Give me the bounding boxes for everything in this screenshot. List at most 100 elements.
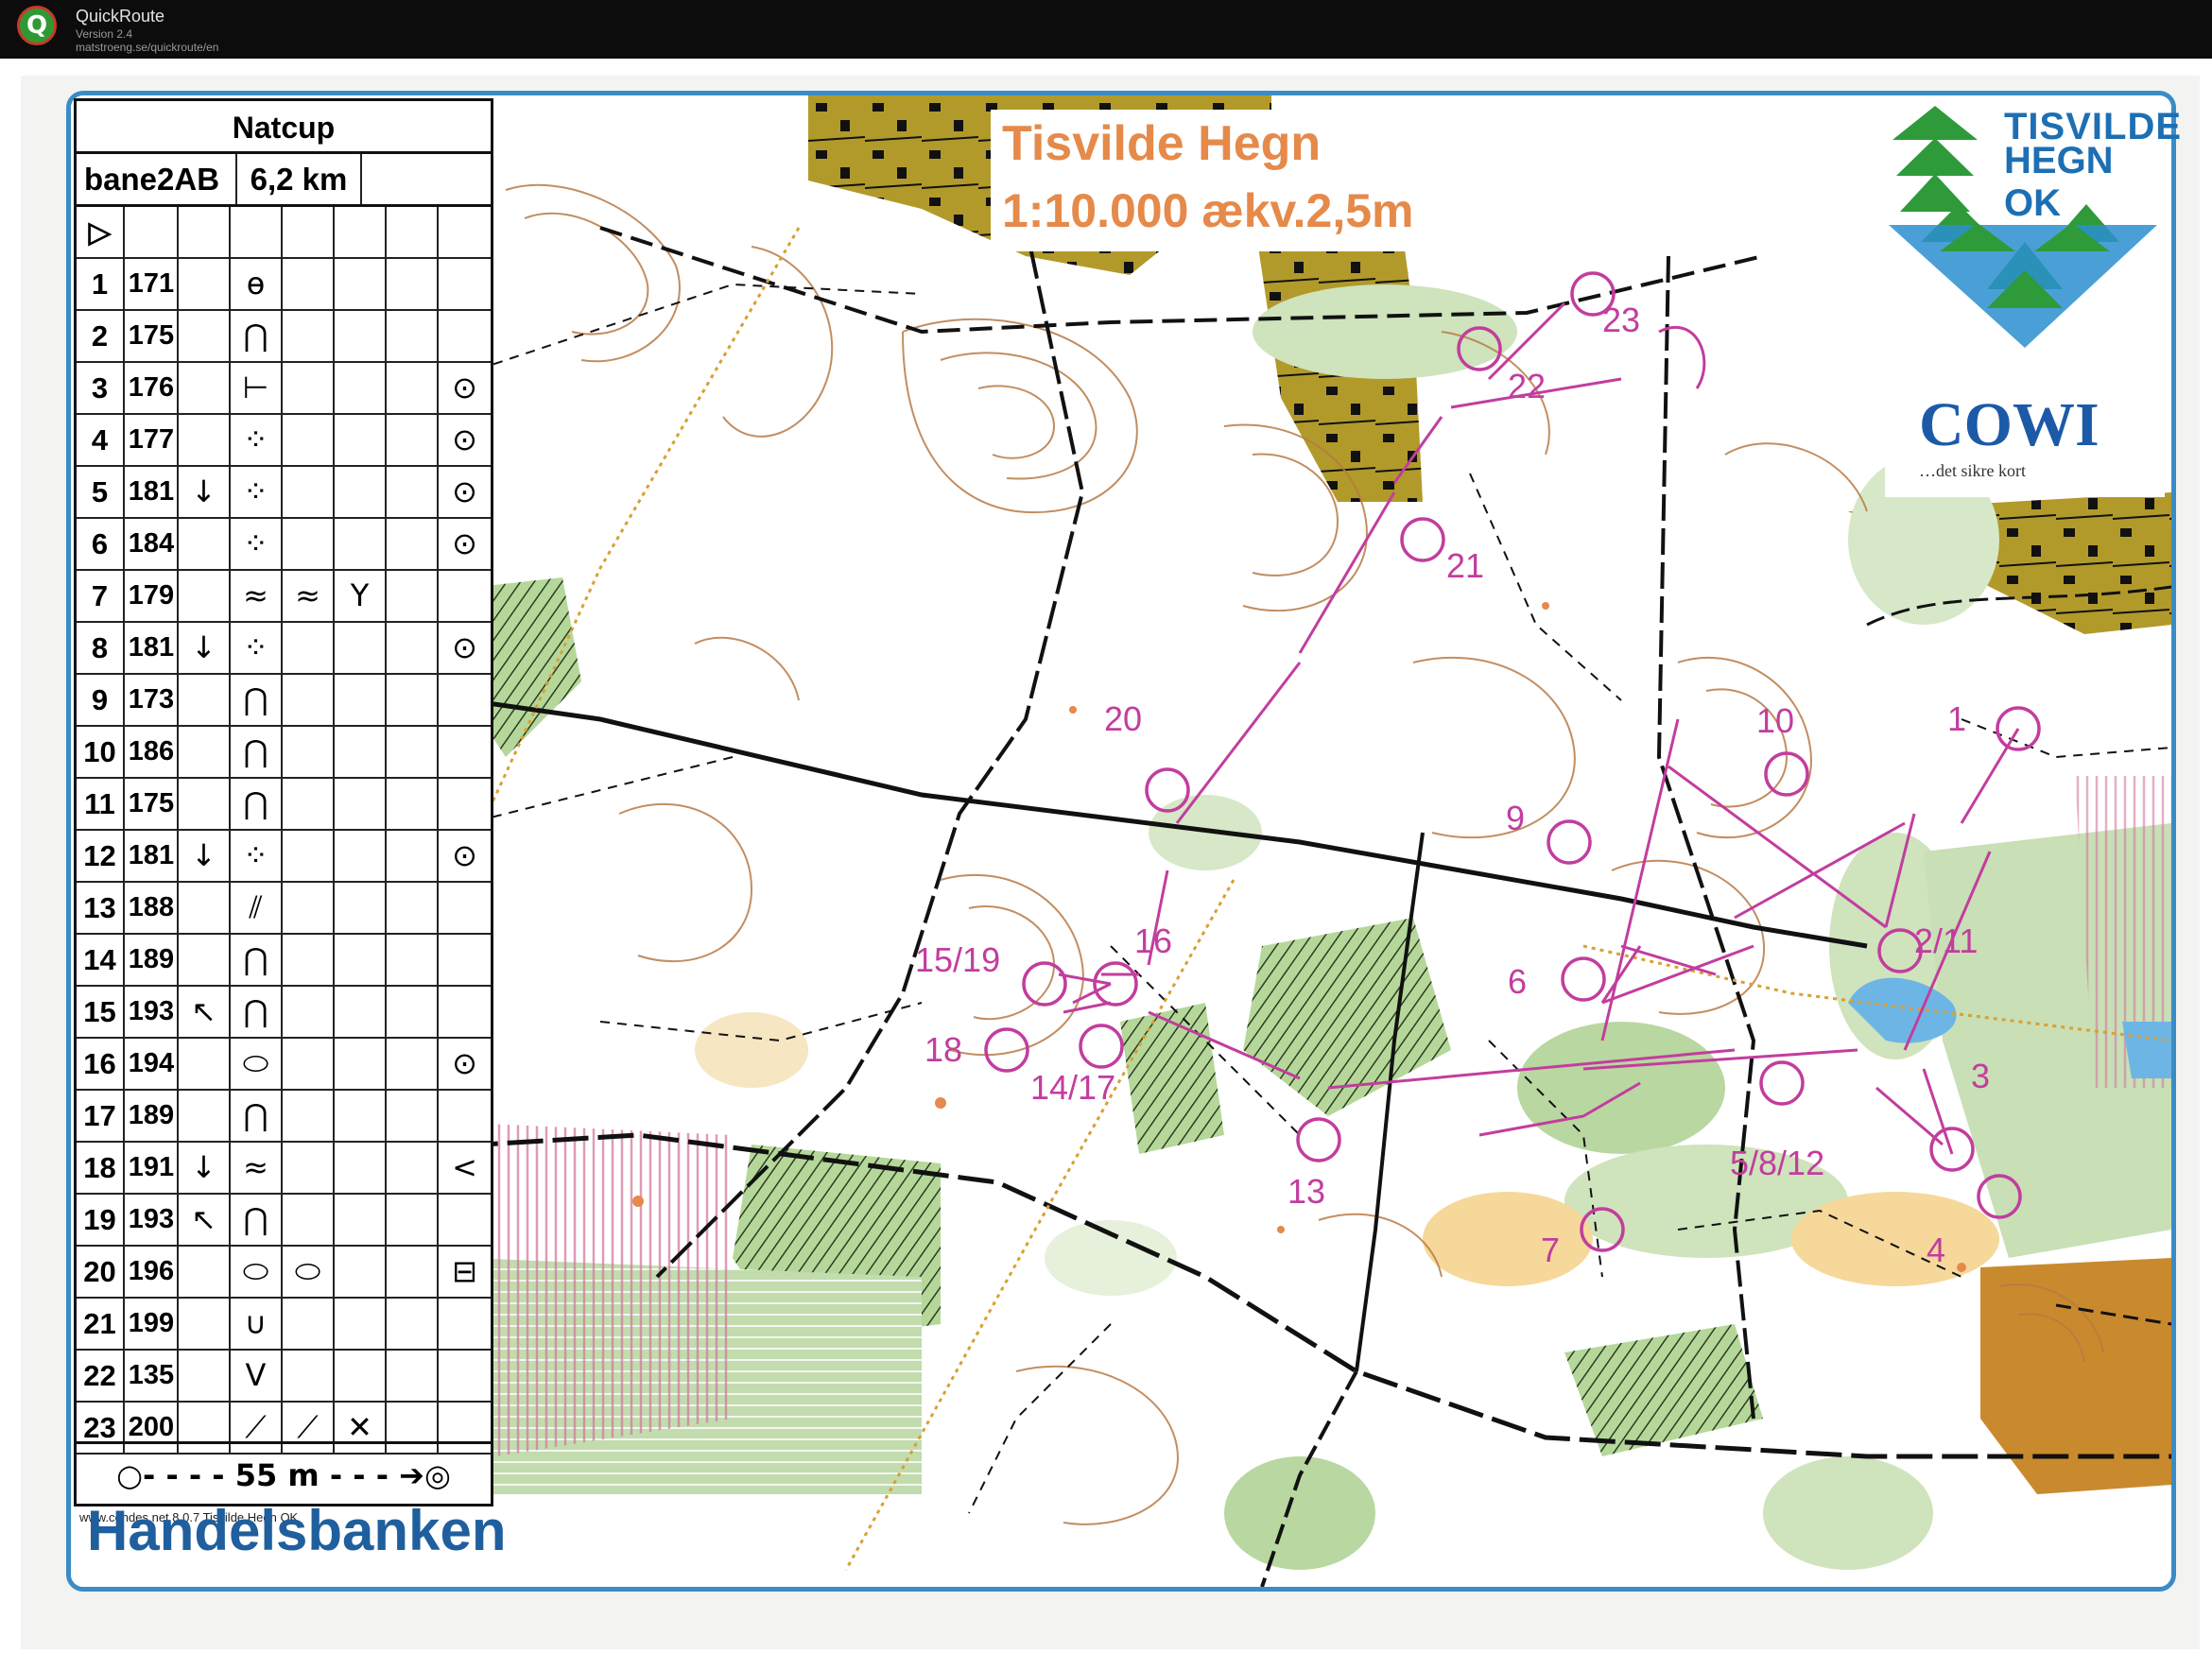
desc-col-h bbox=[439, 935, 491, 985]
control-number: 10 bbox=[77, 727, 125, 777]
desc-col-c: ↓ bbox=[179, 623, 231, 673]
desc-col-e bbox=[283, 1091, 335, 1141]
control-code: 173 bbox=[126, 675, 179, 725]
desc-col-h bbox=[439, 675, 491, 725]
control-label: 6 bbox=[1508, 962, 1528, 1001]
control-label: 21 bbox=[1446, 546, 1485, 585]
start-triangle-icon: ▷ bbox=[77, 207, 125, 257]
desc-col-g bbox=[387, 831, 439, 881]
desc-col-e bbox=[283, 623, 335, 673]
control-code: 181 bbox=[126, 467, 179, 517]
desc-col-h bbox=[439, 1091, 491, 1141]
control-number: 18 bbox=[77, 1143, 125, 1193]
control-row: 8 181 ↓ ⁘ ⊙ bbox=[77, 623, 491, 675]
control-label: 15/19 bbox=[915, 940, 1001, 979]
desc-col-c bbox=[179, 675, 231, 725]
desc-col-f bbox=[335, 727, 387, 777]
control-row: 16 194 ⬭ ⊙ bbox=[77, 1039, 491, 1091]
control-row: 4 177 ⁘ ⊙ bbox=[77, 415, 491, 467]
desc-cell bbox=[179, 207, 231, 257]
desc-col-f bbox=[335, 675, 387, 725]
control-number: 9 bbox=[77, 675, 125, 725]
sponsor-handelsbanken: Handelsbanken bbox=[87, 1499, 507, 1562]
control-code: 171 bbox=[126, 259, 179, 309]
desc-col-h bbox=[439, 571, 491, 621]
control-row: 15 193 ↖ ⋂ bbox=[77, 987, 491, 1039]
desc-col-g bbox=[387, 935, 439, 985]
control-number: 20 bbox=[77, 1247, 125, 1297]
start-code bbox=[126, 207, 179, 257]
control-label: 23 bbox=[1602, 301, 1641, 339]
control-row: 1 171 ɵ bbox=[77, 259, 491, 311]
desc-col-c bbox=[179, 571, 231, 621]
desc-col-e bbox=[283, 1039, 335, 1089]
desc-col-g bbox=[387, 259, 439, 309]
control-row: 18 191 ↓ ≈ < bbox=[77, 1143, 491, 1195]
desc-col-d: ⊢ bbox=[231, 363, 283, 413]
map-title-box: Tisvilde Hegn 1:10.000 ækv.2,5m bbox=[991, 110, 1475, 251]
desc-col-f bbox=[335, 1351, 387, 1401]
control-label: 10 bbox=[1756, 701, 1795, 740]
event-name: Natcup bbox=[77, 101, 491, 154]
control-code: 177 bbox=[126, 415, 179, 465]
control-number: 7 bbox=[77, 571, 125, 621]
desc-col-h: ⊙ bbox=[452, 422, 477, 457]
desc-col-c bbox=[179, 519, 231, 569]
desc-col-g bbox=[387, 623, 439, 673]
control-label: 5/8/12 bbox=[1730, 1144, 1825, 1182]
desc-col-d: ⁘ bbox=[231, 519, 283, 569]
desc-col-g bbox=[387, 1039, 439, 1089]
control-row: 19 193 ↖ ⋂ bbox=[77, 1195, 491, 1247]
desc-col-c: ↖ bbox=[179, 1195, 231, 1245]
desc-col-e bbox=[283, 727, 335, 777]
desc-col-d: ⁘ bbox=[231, 467, 283, 517]
control-label: 16 bbox=[1134, 921, 1173, 960]
app-version: Version 2.4 bbox=[76, 27, 133, 41]
desc-col-g bbox=[387, 1351, 439, 1401]
control-code: 189 bbox=[126, 935, 179, 985]
desc-col-c: ↓ bbox=[179, 1143, 231, 1193]
desc-col-d: ⋂ bbox=[231, 311, 283, 361]
control-row: 22 135 V bbox=[77, 1351, 491, 1403]
desc-col-d: ⁘ bbox=[231, 831, 283, 881]
control-number: 15 bbox=[77, 987, 125, 1037]
control-rows: ▷ 1 171 ɵ 2 175 ⋂ 3 176 ⊢ ⊙ 4 177 ⁘ ⊙ 5 181 ↓ ⁘ ⊙ 6 184 ⁘ ⊙ 7 17… bbox=[77, 207, 491, 1455]
desc-col-g bbox=[387, 883, 439, 933]
control-number: 12 bbox=[77, 831, 125, 881]
logo-letter: Q bbox=[26, 11, 48, 40]
control-code: 175 bbox=[126, 311, 179, 361]
desc-col-e bbox=[283, 1143, 335, 1193]
desc-col-h: ⊙ bbox=[452, 837, 477, 873]
desc-col-f bbox=[335, 1091, 387, 1141]
desc-col-d: ⋂ bbox=[231, 1195, 283, 1245]
desc-col-c: ↓ bbox=[179, 831, 231, 881]
control-row: 17 189 ⋂ bbox=[77, 1091, 491, 1143]
control-row: 20 196 ⬭ ⬭ ⊟ bbox=[77, 1247, 491, 1299]
desc-col-c bbox=[179, 415, 231, 465]
control-code: 188 bbox=[126, 883, 179, 933]
desc-cell bbox=[283, 207, 335, 257]
control-number: 8 bbox=[77, 623, 125, 673]
control-label: 20 bbox=[1104, 699, 1143, 738]
desc-col-d: ⬭ bbox=[231, 1247, 283, 1297]
desc-col-g bbox=[387, 727, 439, 777]
desc-col-c bbox=[179, 1247, 231, 1297]
desc-col-h bbox=[439, 1299, 491, 1349]
desc-col-g bbox=[387, 1299, 439, 1349]
control-code: 181 bbox=[126, 831, 179, 881]
control-code: 191 bbox=[126, 1143, 179, 1193]
desc-col-d: ⁘ bbox=[231, 623, 283, 673]
control-code: 199 bbox=[126, 1299, 179, 1349]
control-row: 3 176 ⊢ ⊙ bbox=[77, 363, 491, 415]
desc-col-f bbox=[335, 311, 387, 361]
app-name: QuickRoute bbox=[76, 7, 165, 26]
desc-col-g bbox=[387, 363, 439, 413]
desc-col-h bbox=[439, 1351, 491, 1401]
control-code: 184 bbox=[126, 519, 179, 569]
desc-col-f bbox=[335, 259, 387, 309]
desc-col-f bbox=[335, 1247, 387, 1297]
finish-line-description: ○- - - - 55 m - - - ➔◎ bbox=[77, 1441, 491, 1504]
control-row: 10 186 ⋂ bbox=[77, 727, 491, 779]
desc-col-f bbox=[335, 935, 387, 985]
control-row: 14 189 ⋂ bbox=[77, 935, 491, 987]
